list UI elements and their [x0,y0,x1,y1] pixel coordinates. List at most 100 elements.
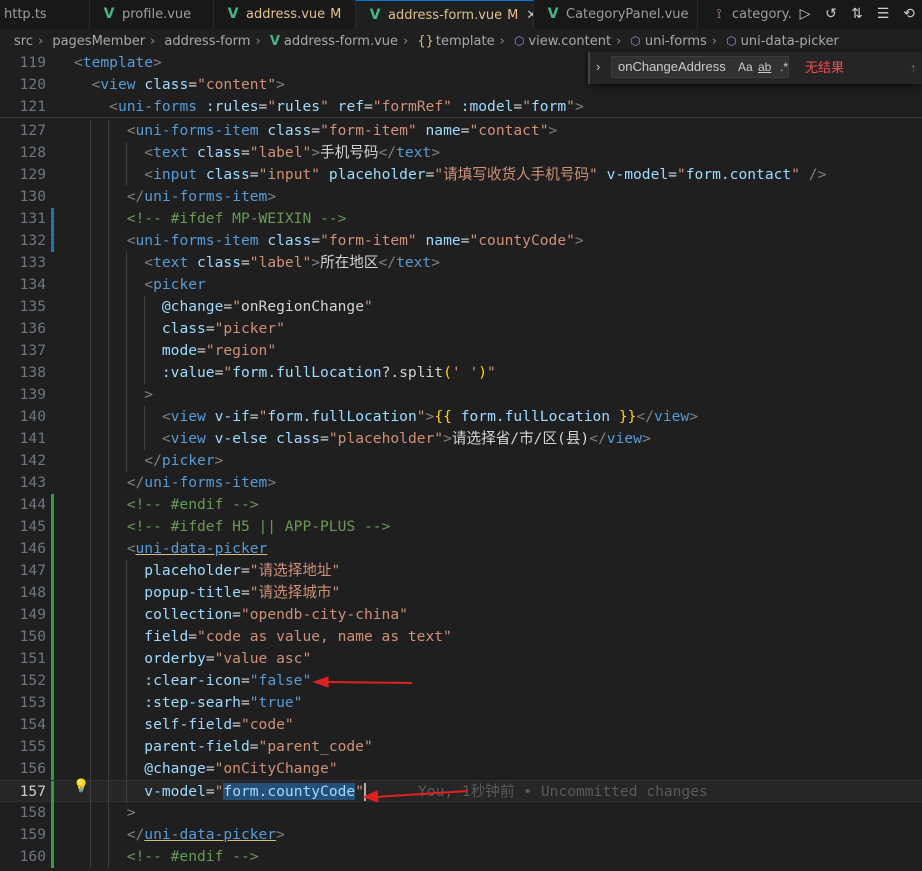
code-text: orderby="value asc" [144,650,312,667]
code-editor[interactable]: 119 <template> 120 <view class="content">… [0,52,922,871]
code-line: 138 :value="form.fullLocation?.split(' '… [0,362,922,384]
code-text: <!-- #ifdef H5 || APP-PLUS --> [126,518,391,535]
code-line: 121 <uni-forms :rules="rules" ref="formR… [0,96,922,118]
code-line: 153 :step-searh="true" [0,692,922,714]
find-result-status: 无结果 [805,60,845,75]
close-icon[interactable]: ✕ [526,8,533,23]
history-icon[interactable]: ↺ [818,0,844,29]
chevron-right-icon[interactable]: › [596,59,600,74]
line-number: 127 [19,122,46,139]
code-text: collection="opendb-city-china" [144,606,408,623]
line-number: 139 [19,386,46,403]
line-number: 157 [19,783,46,800]
line-number: 137 [19,342,46,359]
code-text: v-model="form.countyCode" You, 1秒钟前 • Unc… [144,783,708,801]
breadcrumb-item[interactable]: template [436,34,495,49]
match-whole-word-button[interactable]: ab [758,56,771,78]
code-line: 147 placeholder="请选择地址" [0,560,922,582]
line-number: 160 [19,848,46,865]
tab-label: profile.vue [122,7,192,22]
run-icon[interactable]: ▷ [792,0,818,29]
code-text: <uni-forms-item class="form-item" name="… [126,232,584,249]
breadcrumb-item[interactable]: view.content [528,34,611,49]
chevron-right-icon: › [150,34,156,49]
code-line: 142 </picker> [0,450,922,472]
code-text: <!-- #ifdef MP-WEIXIN --> [126,210,347,227]
line-number: 130 [19,188,46,205]
code-text: <text class="label">手机号码</text> [144,144,441,161]
code-text: self-field="code" [144,716,294,733]
code-text: <picker [144,276,206,293]
vue-file-icon: V [103,6,115,22]
line-number: 128 [19,144,46,161]
tab-categorypanel-vue[interactable]: V CategoryPanel.vue [534,0,698,29]
git-blame-annotation: You, 1秒钟前 • Uncommitted changes [418,783,708,800]
match-case-button[interactable]: Aa [738,56,753,78]
line-number: 140 [19,408,46,425]
code-line: 160 <!-- #endif --> [0,846,922,868]
line-number: 153 [19,694,46,711]
arrow-up-icon[interactable]: ↑ [910,57,917,79]
code-text: class="picker" [161,320,285,337]
code-text: :step-searh="true" [144,694,303,711]
tab-label: category.s [732,7,798,22]
line-number: 151 [19,650,46,667]
breadcrumb-item[interactable]: src [14,34,33,49]
line-number: 155 [19,738,46,755]
code-text: :clear-icon="false" [144,672,312,689]
code-text: > [126,804,136,821]
vue-file-icon: V [269,34,280,49]
breadcrumb-item[interactable]: uni-data-picker [741,34,839,49]
code-line: 128 <text class="label">手机号码</text> [0,142,922,164]
text-cursor [364,783,366,801]
line-number: 154 [19,716,46,733]
breadcrumb-item[interactable]: address-form [164,34,250,49]
modified-badge: M [330,7,342,22]
use-regex-button[interactable]: .* [780,56,788,78]
line-number: 133 [19,254,46,271]
source-control-icon[interactable]: ⟲ [896,0,922,29]
chevron-right-icon: › [37,34,44,49]
tab-address-vue[interactable]: Vaddress.vue M [214,0,356,29]
chevron-right-icon: › [499,34,505,49]
line-number: 146 [19,540,46,557]
vue-file-icon: V [369,7,381,23]
line-number: 119 [19,54,46,71]
breadcrumb-item[interactable]: pagesMember [52,34,145,49]
chevron-right-icon: › [711,34,717,49]
code-line: 140 <view v-if="form.fullLocation">{{ fo… [0,406,922,428]
tab-label: http.ts [4,7,47,22]
line-number: 120 [19,76,46,93]
chevron-right-icon: › [616,34,622,49]
code-text: <!-- #endif --> [126,496,259,513]
code-line: 130 </uni-forms-item> [0,186,922,208]
code-line: 132 <uni-forms-item class="form-item" na… [0,230,922,252]
breadcrumb-item[interactable]: address-form.vue [284,34,398,49]
breadcrumb-item[interactable]: uni-forms [645,34,707,49]
code-line: 155 parent-field="parent_code" [0,736,922,758]
tab-label: CategoryPanel.vue [566,7,689,22]
compare-changes-icon[interactable]: ⇅ [844,0,870,29]
tab-profile-vue[interactable]: Vprofile.vue [90,0,214,29]
code-text: popup-title="请选择城市" [144,584,341,601]
code-line: 139 > [0,384,922,406]
line-number: 134 [19,276,46,293]
code-line: 146 <uni-data-picker [0,538,922,560]
outline-icon[interactable]: ☰ [870,0,896,29]
code-line: 149 collection="opendb-city-china" [0,604,922,626]
line-number: 148 [19,584,46,601]
code-line: 141 <view v-else class="placeholder">请选择… [0,428,922,450]
code-line: 129 <input class="input" placeholder="请填… [0,164,922,186]
line-number: 131 [19,210,46,227]
code-line: 127 <uni-forms-item class="form-item" na… [0,120,922,142]
code-line: 151 orderby="value asc" [0,648,922,670]
code-line-current: 157 v-model="form.countyCode" You, 1秒钟前 •… [0,780,922,803]
code-line: 159 </uni-data-picker> [0,824,922,846]
line-number: 138 [19,364,46,381]
line-number: 150 [19,628,46,645]
tab-category-scss[interactable]: ⟟ category.s [698,0,798,29]
tab-http-ts[interactable]: http.ts [0,0,90,29]
code-text: <uni-forms-item class="form-item" name="… [126,122,558,139]
lightbulb-icon[interactable]: 💡 [73,779,89,794]
tab-address-form-vue[interactable]: Vaddress-form.vue M ✕ [356,0,534,29]
